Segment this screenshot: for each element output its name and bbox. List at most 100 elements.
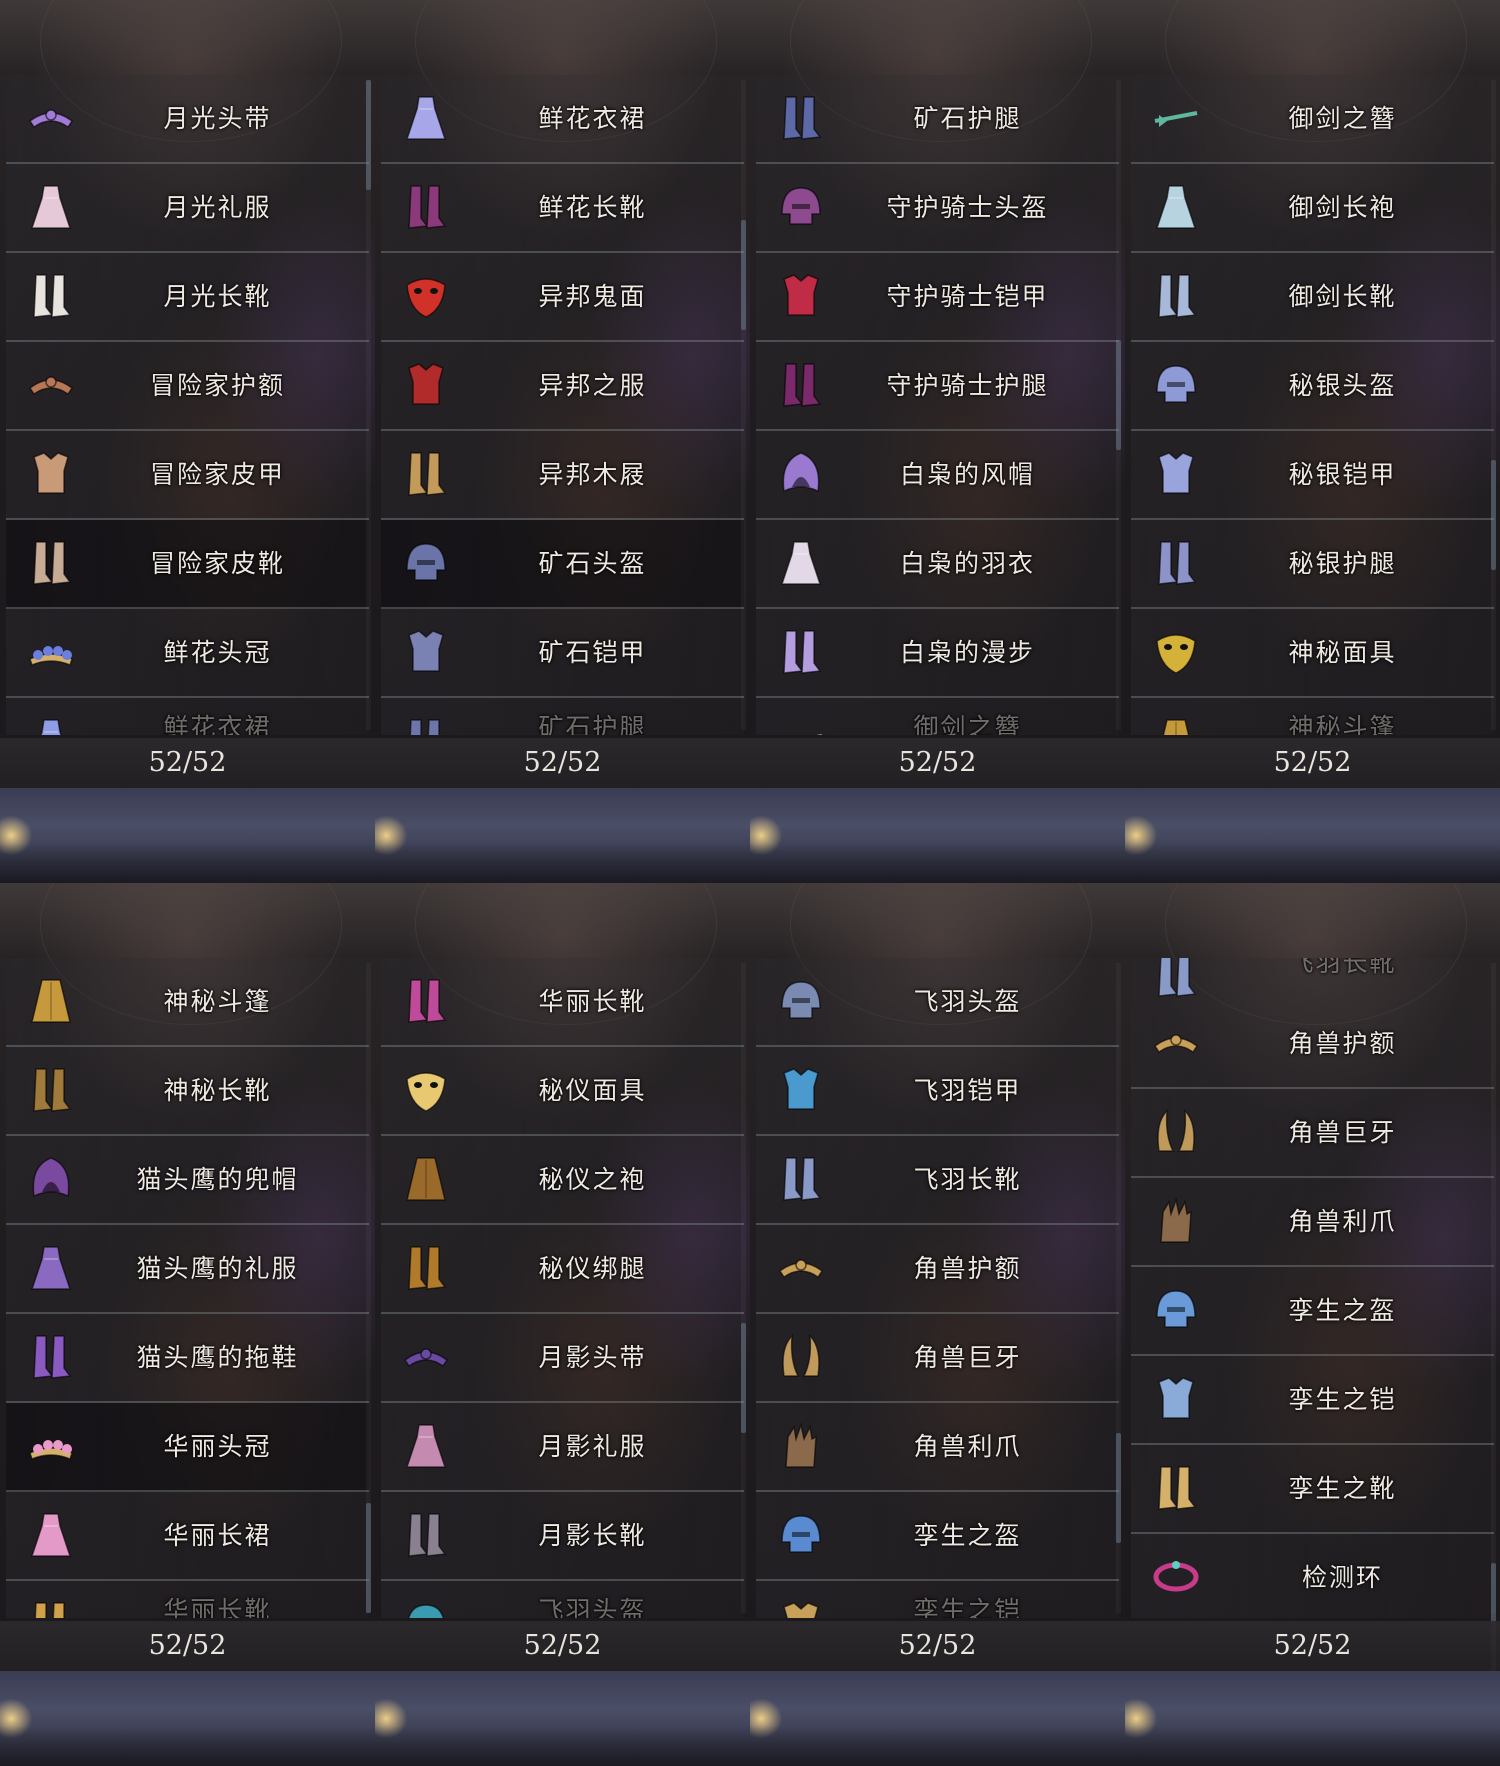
item-row[interactable]: 守护骑士铠甲 — [756, 253, 1119, 342]
item-row[interactable]: 猫头鹰的拖鞋 — [6, 1314, 369, 1403]
item-row[interactable]: 检测环 — [1131, 1534, 1494, 1618]
item-row[interactable]: 矿石铠甲 — [381, 609, 744, 698]
collection-count: 52/52 — [0, 1621, 375, 1671]
item-row[interactable]: 异邦之服 — [381, 342, 744, 431]
helmet-icon — [399, 1597, 453, 1618]
panel-header-decoration — [750, 883, 1125, 958]
item-row[interactable]: 冒险家皮靴 — [6, 520, 369, 609]
item-list[interactable]: 御剑之簪御剑长袍御剑长靴 秘银头盔 秘银铠甲 秘银护腿 神秘面具 神秘斗篷 — [1131, 75, 1494, 735]
item-row[interactable]: 矿石护腿 — [381, 698, 744, 735]
item-row[interactable]: 飞羽头盔 — [381, 1581, 744, 1618]
item-row[interactable]: 孪生之铠 — [756, 1581, 1119, 1618]
item-row[interactable]: 华丽长靴 — [6, 1581, 369, 1618]
item-row[interactable]: 月光头带 — [6, 75, 369, 164]
item-list[interactable]: 华丽长靴 秘仪面具 秘仪之袍 秘仪绑腿 月影头带 月影礼服 月影长靴 飞羽头盔 — [381, 958, 744, 1618]
list-scrollbar[interactable] — [366, 80, 371, 730]
item-row[interactable]: 御剑之簪 — [1131, 75, 1494, 164]
inventory-panel: 鲜花衣裙 鲜花长靴 异邦鬼面 异邦之服 异邦木屐 矿石头盔 矿石铠甲 矿石护腿 52/52 — [375, 0, 750, 883]
item-row[interactable]: 矿石护腿 — [756, 75, 1119, 164]
item-row[interactable]: 飞羽铠甲 — [756, 1047, 1119, 1136]
item-row[interactable]: 秘银头盔 — [1131, 342, 1494, 431]
item-row[interactable]: 角兽利爪 — [1131, 1178, 1494, 1267]
list-scrollbar[interactable] — [741, 963, 746, 1613]
item-row[interactable]: 华丽头冠 — [6, 1403, 369, 1492]
item-row[interactable]: 猫头鹰的礼服 — [6, 1225, 369, 1314]
item-list[interactable]: 鲜花衣裙 鲜花长靴 异邦鬼面 异邦之服 异邦木屐 矿石头盔 矿石铠甲 矿石护腿 — [381, 75, 744, 735]
item-row[interactable]: 月光长靴 — [6, 253, 369, 342]
list-scrollbar[interactable] — [1116, 80, 1121, 730]
item-row[interactable]: 孪生之盔 — [1131, 1267, 1494, 1356]
item-list[interactable]: 飞羽长靴 角兽护额 角兽巨牙 角兽利爪 孪生之盔 孪生之铠 孪生之靴 检测环 — [1131, 958, 1494, 1618]
list-scrollbar[interactable] — [741, 80, 746, 730]
item-row[interactable]: 月影头带 — [381, 1314, 744, 1403]
item-row[interactable]: 华丽长裙 — [6, 1492, 369, 1581]
scrollbar-thumb[interactable] — [366, 80, 371, 190]
item-list[interactable]: 飞羽头盔飞羽铠甲 飞羽长靴 角兽护额 角兽巨牙 角兽利爪 孪生之盔 孪生之铠 — [756, 958, 1119, 1618]
item-name: 御剑长袍 — [1288, 193, 1397, 222]
item-row[interactable]: 角兽巨牙 — [1131, 1089, 1494, 1178]
item-row[interactable]: 角兽巨牙 — [756, 1314, 1119, 1403]
item-row[interactable]: 秘仪绑腿 — [381, 1225, 744, 1314]
item-row[interactable]: 冒险家护额 — [6, 342, 369, 431]
item-row[interactable]: 冒险家皮甲 — [6, 431, 369, 520]
item-row[interactable]: 神秘长靴 — [6, 1047, 369, 1136]
panel-header-decoration — [375, 0, 750, 75]
item-row[interactable]: 鲜花头冠 — [6, 609, 369, 698]
item-row[interactable]: 月影长靴 — [381, 1492, 744, 1581]
dress-icon — [24, 1241, 78, 1295]
item-row[interactable]: 神秘面具 — [1131, 609, 1494, 698]
item-row[interactable]: 秘仪面具 — [381, 1047, 744, 1136]
item-row[interactable]: 猫头鹰的兜帽 — [6, 1136, 369, 1225]
list-scrollbar[interactable] — [366, 963, 371, 1613]
item-row[interactable]: 御剑长靴 — [1131, 253, 1494, 342]
item-name: 飞羽头盔 — [913, 987, 1022, 1016]
item-list[interactable]: 神秘斗篷 神秘长靴 猫头鹰的兜帽 猫头鹰的礼服 猫头鹰的拖鞋 华丽头冠 华丽长裙 华丽长靴 — [6, 958, 369, 1618]
item-row[interactable]: 矿石头盔 — [381, 520, 744, 609]
item-row[interactable]: 鲜花长靴 — [381, 164, 744, 253]
list-scrollbar[interactable] — [1116, 963, 1121, 1613]
item-row[interactable]: 白枭的漫步 — [756, 609, 1119, 698]
item-row[interactable]: 白枭的风帽 — [756, 431, 1119, 520]
item-row[interactable]: 秘银铠甲 — [1131, 431, 1494, 520]
item-row[interactable]: 白枭的羽衣 — [756, 520, 1119, 609]
item-row[interactable]: 孪生之铠 — [1131, 1356, 1494, 1445]
list-scrollbar[interactable] — [1491, 80, 1496, 730]
scrollbar-thumb[interactable] — [1491, 460, 1496, 570]
item-row[interactable]: 神秘斗篷 — [6, 958, 369, 1047]
item-row[interactable]: 鲜花衣裙 — [6, 698, 369, 735]
item-row[interactable]: 华丽长靴 — [381, 958, 744, 1047]
item-row[interactable]: 秘银护腿 — [1131, 520, 1494, 609]
scrollbar-thumb[interactable] — [366, 1503, 371, 1613]
item-row[interactable]: 孪生之靴 — [1131, 1445, 1494, 1534]
list-scrollbar[interactable] — [1491, 963, 1496, 1673]
item-row[interactable]: 角兽利爪 — [756, 1403, 1119, 1492]
item-row[interactable]: 鲜花衣裙 — [381, 75, 744, 164]
item-row[interactable]: 守护骑士头盔 — [756, 164, 1119, 253]
item-row[interactable]: 守护骑士护腿 — [756, 342, 1119, 431]
item-row[interactable]: 角兽护额 — [1131, 1000, 1494, 1089]
item-row[interactable]: 飞羽长靴 — [756, 1136, 1119, 1225]
item-row[interactable]: 御剑之簪 — [756, 698, 1119, 735]
helmet-icon — [1149, 358, 1203, 412]
item-list[interactable]: 月光头带 月光礼服 月光长靴 冒险家护额 冒险家皮甲 冒险家皮靴 鲜花头冠 鲜花衣裙 — [6, 75, 369, 735]
item-row[interactable]: 月影礼服 — [381, 1403, 744, 1492]
dress-icon — [1149, 180, 1203, 234]
item-row[interactable]: 飞羽头盔 — [756, 958, 1119, 1047]
panel-header-decoration — [1125, 0, 1500, 75]
item-row[interactable]: 飞羽长靴 — [1131, 958, 1494, 1000]
item-row[interactable]: 月光礼服 — [6, 164, 369, 253]
item-row[interactable]: 秘仪之袍 — [381, 1136, 744, 1225]
scrollbar-thumb[interactable] — [741, 1323, 746, 1433]
item-list[interactable]: 矿石护腿 守护骑士头盔 守护骑士铠甲 守护骑士护腿 白枭的风帽 白枭的羽衣 白枭的漫步 御剑之… — [756, 75, 1119, 735]
item-row[interactable]: 孪生之盔 — [756, 1492, 1119, 1581]
scrollbar-thumb[interactable] — [741, 220, 746, 330]
scrollbar-thumb[interactable] — [1116, 1433, 1121, 1543]
scenery-footer — [1125, 788, 1500, 883]
scrollbar-thumb[interactable] — [1116, 340, 1121, 450]
item-row[interactable]: 异邦鬼面 — [381, 253, 744, 342]
item-row[interactable]: 御剑长袍 — [1131, 164, 1494, 253]
item-row[interactable]: 神秘斗篷 — [1131, 698, 1494, 735]
item-row[interactable]: 异邦木屐 — [381, 431, 744, 520]
item-row[interactable]: 角兽护额 — [756, 1225, 1119, 1314]
boots-icon — [24, 1330, 78, 1384]
